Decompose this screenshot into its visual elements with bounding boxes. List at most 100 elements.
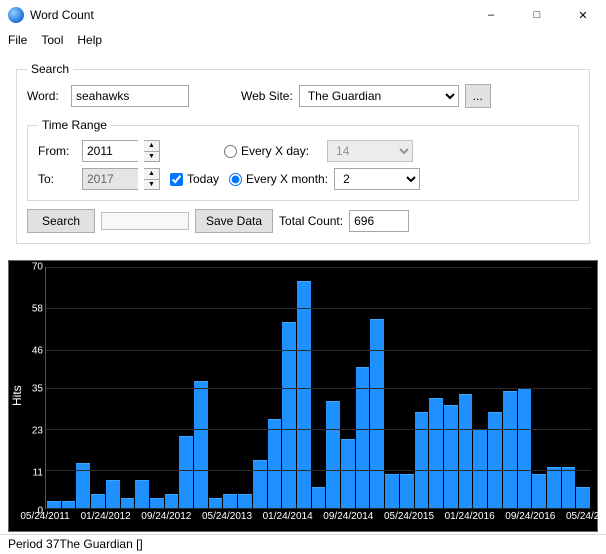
every-x-month-radio-input[interactable] bbox=[229, 173, 242, 186]
chart-bar bbox=[488, 412, 502, 508]
website-label: Web Site: bbox=[241, 89, 293, 103]
search-button[interactable]: Search bbox=[27, 209, 95, 233]
chart-bar bbox=[385, 474, 399, 508]
chart-bar bbox=[238, 494, 252, 508]
chart-bar bbox=[415, 412, 429, 508]
chevron-down-icon[interactable]: ▼ bbox=[144, 180, 159, 190]
chevron-up-icon[interactable]: ▲ bbox=[144, 141, 159, 152]
chart-bar bbox=[62, 501, 76, 508]
every-x-day-label: Every X day: bbox=[241, 144, 309, 158]
every-x-month-select[interactable]: 2 bbox=[334, 168, 420, 190]
chart-bar bbox=[297, 281, 311, 508]
chart-bar bbox=[400, 474, 414, 508]
maximize-button[interactable]: □ bbox=[514, 0, 560, 30]
chart-xtick: 01/24/2016 bbox=[445, 511, 495, 522]
every-x-day-radio-input[interactable] bbox=[224, 145, 237, 158]
chart-xtick: 05/24/2017 bbox=[566, 511, 606, 522]
chart-bar bbox=[429, 398, 443, 508]
search-legend: Search bbox=[27, 62, 73, 76]
chart-bar bbox=[47, 501, 61, 508]
chart-bar bbox=[370, 319, 384, 508]
word-input[interactable] bbox=[71, 85, 189, 107]
word-label: Word: bbox=[27, 89, 65, 103]
chevron-up-icon[interactable]: ▲ bbox=[144, 169, 159, 180]
window-title: Word Count bbox=[30, 8, 94, 22]
chart-xtick: 09/24/2012 bbox=[141, 511, 191, 522]
chart-bar bbox=[562, 467, 576, 508]
chart-bar bbox=[253, 460, 267, 508]
chart-bar bbox=[547, 467, 561, 508]
every-x-day-select: 14 bbox=[327, 140, 413, 162]
chart-bar bbox=[179, 436, 193, 508]
menu-file[interactable]: File bbox=[8, 33, 27, 47]
chart-xtick: 09/24/2014 bbox=[323, 511, 373, 522]
chart-ytick: 70 bbox=[23, 262, 43, 273]
minimize-button[interactable]: – bbox=[468, 0, 514, 30]
chart-bar bbox=[473, 429, 487, 508]
menu-tool[interactable]: Tool bbox=[41, 33, 63, 47]
chart-bar bbox=[150, 498, 164, 508]
close-button[interactable]: ✕ bbox=[560, 0, 606, 30]
chart-xtick: 05/24/2013 bbox=[202, 511, 252, 522]
chart-plot-area bbox=[45, 267, 591, 509]
chart-ytick: 46 bbox=[23, 345, 43, 356]
chart-bar bbox=[223, 494, 237, 508]
chart-bar bbox=[503, 391, 517, 508]
today-checkbox-input[interactable] bbox=[170, 173, 183, 186]
chart-bar bbox=[209, 498, 223, 508]
chart-bar bbox=[459, 394, 473, 508]
chart-bar bbox=[576, 487, 590, 508]
from-input[interactable] bbox=[82, 140, 138, 162]
chart-xtick: 01/24/2014 bbox=[263, 511, 313, 522]
every-x-month-label: Every X month: bbox=[246, 172, 328, 186]
chart: Hits 0112335465870 05/24/201101/24/20120… bbox=[8, 260, 598, 532]
website-browse-button[interactable]: ... bbox=[465, 84, 491, 108]
save-data-button[interactable]: Save Data bbox=[195, 209, 273, 233]
chart-bar bbox=[135, 480, 149, 508]
chevron-down-icon[interactable]: ▼ bbox=[144, 152, 159, 162]
chart-bar bbox=[444, 405, 458, 508]
chart-xtick: 05/24/2015 bbox=[384, 511, 434, 522]
chart-bar bbox=[91, 494, 105, 508]
today-checkbox[interactable]: Today bbox=[170, 172, 219, 186]
chart-bar bbox=[121, 498, 135, 508]
chart-ytick: 35 bbox=[23, 384, 43, 395]
chart-ytick: 58 bbox=[23, 303, 43, 314]
chart-bar bbox=[532, 474, 546, 508]
chart-bar bbox=[312, 487, 326, 508]
search-group: Search Word: Web Site: The Guardian ... … bbox=[16, 62, 590, 244]
website-select[interactable]: The Guardian bbox=[299, 85, 459, 107]
from-spinner[interactable]: ▲▼ bbox=[144, 140, 160, 162]
every-x-month-radio[interactable]: Every X month: bbox=[229, 172, 328, 186]
chart-ytick: 11 bbox=[23, 467, 43, 478]
to-spinner[interactable]: ▲▼ bbox=[144, 168, 160, 190]
chart-bar bbox=[106, 480, 120, 508]
chart-bar bbox=[326, 401, 340, 508]
time-range-group: Time Range From: ▲▼ Every X day: 14 To: … bbox=[27, 118, 579, 201]
to-label: To: bbox=[38, 172, 76, 186]
chart-xtick: 01/24/2012 bbox=[81, 511, 131, 522]
chart-yticks: 0112335465870 bbox=[25, 261, 45, 531]
menu-bar: File Tool Help bbox=[0, 30, 606, 50]
chart-xtick: 09/24/2016 bbox=[505, 511, 555, 522]
progress-bar bbox=[101, 212, 189, 230]
from-label: From: bbox=[38, 144, 76, 158]
chart-xtick: 05/24/2011 bbox=[20, 511, 69, 522]
chart-ytick: 23 bbox=[23, 425, 43, 436]
every-x-day-radio[interactable]: Every X day: bbox=[224, 144, 309, 158]
total-count-value bbox=[349, 210, 409, 232]
chart-bar bbox=[518, 388, 532, 509]
today-label: Today bbox=[187, 172, 219, 186]
chart-bar bbox=[341, 439, 355, 508]
chart-bar bbox=[165, 494, 179, 508]
chart-bar bbox=[194, 381, 208, 508]
chart-xaxis: 05/24/201101/24/201209/24/201205/24/2013… bbox=[45, 509, 591, 531]
chart-bar bbox=[268, 419, 282, 509]
total-count-label: Total Count: bbox=[279, 214, 343, 228]
title-bar: Word Count – □ ✕ bbox=[0, 0, 606, 30]
status-text: Period 37The Guardian [] bbox=[8, 537, 143, 551]
to-input bbox=[82, 168, 138, 190]
status-bar: Period 37The Guardian [] bbox=[0, 534, 606, 554]
menu-help[interactable]: Help bbox=[77, 33, 102, 47]
chart-ylabel: Hits bbox=[9, 261, 25, 531]
